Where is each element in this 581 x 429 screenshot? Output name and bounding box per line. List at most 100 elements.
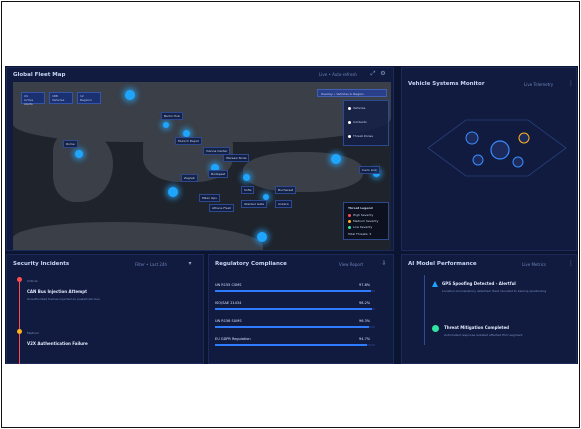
city-label[interactable]: Ankara [275,200,292,208]
check-icon [432,325,439,332]
system-node-network [512,156,524,168]
compliance-label: ISO/SAE 21434 [215,301,242,305]
map-title: Global Fleet Map [13,72,66,78]
incident-severity: Medium [27,331,39,335]
ai-line [424,275,425,345]
map-controls[interactable]: Live • Auto-refresh [319,72,357,77]
land-italy [53,132,113,202]
incident-title[interactable]: V2X Authentication Failure [27,341,88,346]
low-severity-dot [348,225,351,229]
ai-controls[interactable]: Live Metrics [522,262,546,267]
medium-severity-dot [348,219,351,223]
severity-dot-critical [17,277,22,282]
compliance-label: UN R156 SUMS [215,319,242,323]
layer-incidents[interactable]: Incidents [348,120,367,124]
high-severity-dot [348,213,351,217]
layer-threat-zones[interactable]: Threat Zones [348,134,373,138]
compliance-label: EU GDPR Regulation [215,337,251,341]
ai-item-title[interactable]: Threat Mitigation Completed [444,325,509,330]
ai-item-title[interactable]: GPS Spoofing Detected - Alertful [442,281,516,286]
ai-panel: AI Model Performance Live Metrics ⋮ GPS … [401,254,577,364]
systems-panel: Vehicle Systems Monitor Live Telemetry ⋮ [401,67,577,251]
stat-chip-regions: 12 Regions [77,92,101,104]
land-turkey [243,152,363,192]
map-panel: Global Fleet Map Live • Auto-refresh ⤢ ⚙… [6,67,394,251]
filter-icon[interactable]: ▾ [187,261,193,267]
city-label[interactable]: Warsaw Node [223,154,250,162]
layer-vehicles[interactable]: Vehicles [348,106,365,110]
dashboard: Global Fleet Map Live • Auto-refresh ⤢ ⚙… [5,66,578,364]
incidents-title: Security Incidents [13,261,70,267]
car-icon [348,106,351,110]
city-label[interactable]: Bucharest [275,186,297,194]
compliance-title: Regulatory Compliance [215,261,287,267]
city-label[interactable]: Rome [63,140,78,148]
compliance-value: 94.7% [359,337,371,341]
compliance-bar-fill [215,344,367,346]
threat-legend: Threat Legend High Severity Medium Sever… [343,202,389,240]
compliance-bar-fill [215,290,372,292]
compliance-bar-fill [215,308,373,310]
settings-icon[interactable]: ⚙ [380,71,386,77]
city-label[interactable]: Zagreb [181,174,198,182]
overlay-button[interactable]: Overlay • Vehicles in Region [317,89,387,97]
compliance-controls[interactable]: View Report [339,262,363,267]
incident-title[interactable]: CAN Bus Injection Attempt [27,289,87,294]
stat-chip-vehicles: 188 Vehicles [49,92,73,104]
compliance-bar [215,290,375,292]
system-node-sensors [472,154,484,166]
city-label[interactable]: Budapest [208,170,229,178]
city-label[interactable]: Munich Depot [175,137,202,145]
city-label[interactable]: Sofia [241,186,255,194]
systems-diagram [427,119,567,177]
severity-dot-medium [17,329,22,334]
map-node[interactable] [331,154,341,164]
city-label[interactable]: Berlin Hub [161,112,183,120]
incident-detail: Unauthorized frames injected on powertra… [27,297,100,301]
legend-item: Medium Severity [348,219,378,223]
legend-item: Total Threats: 3 [348,232,372,236]
compliance-value: 97.8% [359,283,371,287]
ai-item-detail: Location inconsistency detected; fleet r… [442,289,547,293]
ai-title: AI Model Performance [408,261,477,267]
map-node[interactable] [75,150,83,158]
alert-icon [348,120,351,124]
warning-icon [432,281,438,287]
legend-item: High Severity [348,213,373,217]
city-label[interactable]: Cairo Link [359,166,380,174]
compliance-value: 98.2% [359,301,371,305]
incident-severity: Critical [27,279,38,283]
compliance-bar [215,326,375,328]
map-node[interactable] [183,130,190,137]
land-africa [13,222,263,250]
system-node-ecu [490,140,510,160]
compliance-bar [215,308,375,310]
legend-item: Low Severity [348,225,372,229]
system-node-brakes [518,132,530,144]
map-node[interactable] [168,187,178,197]
layers-panel: Vehicles Incidents Threat Zones [343,100,389,146]
city-label[interactable]: Athens Fleet [209,204,234,212]
more-icon[interactable]: ⋮ [568,261,574,267]
compliance-bar-fill [215,326,370,328]
compliance-label: UN R155 CSMS [215,283,242,287]
map-node[interactable] [243,174,250,181]
fullscreen-icon[interactable]: ⤢ [370,71,376,77]
compliance-bar [215,344,375,346]
stat-chip-alerts: 24 Active Alerts [21,92,45,106]
map-node[interactable] [125,90,135,100]
incidents-controls[interactable]: Filter • Last 24h [135,262,167,267]
fleet-map[interactable]: 24 Active Alerts 188 Vehicles 12 Regions [13,82,391,250]
compliance-value: 96.3% [359,319,371,323]
download-icon[interactable]: ⇩ [381,261,387,267]
map-node[interactable] [163,122,169,128]
system-node-engine [465,131,479,145]
incidents-panel: Security Incidents Filter • Last 24h ▾ C… [6,254,204,364]
city-label[interactable]: Istanbul Gate [241,200,268,208]
city-label[interactable]: Milan Ops [199,194,220,202]
shield-icon [348,134,351,138]
map-node[interactable] [257,232,267,242]
legend-title: Threat Legend [348,206,373,210]
compliance-panel: Regulatory Compliance View Report ⇩ UN R… [208,254,394,364]
timeline-line [19,277,20,364]
